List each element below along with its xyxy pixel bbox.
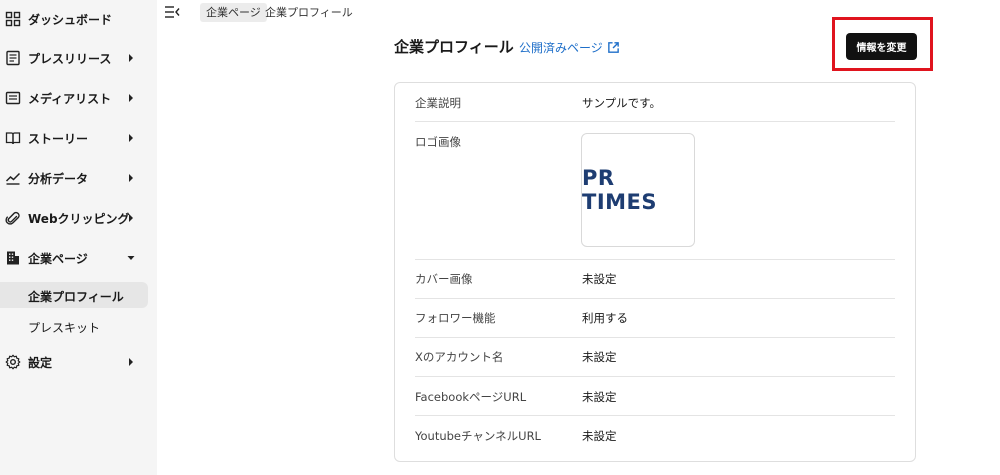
row-label-cover: カバー画像 xyxy=(415,272,473,286)
sidebar-subitem-label: 企業プロフィール xyxy=(28,290,124,304)
sidebar-item-label: Webクリッピング xyxy=(28,212,130,226)
row-value-follower: 利用する xyxy=(582,311,628,325)
sidebar-item-media-list[interactable]: メディアリスト xyxy=(0,86,157,110)
book-icon xyxy=(5,132,21,145)
row-value-facebook: 未設定 xyxy=(582,390,617,404)
press-release-icon xyxy=(6,50,20,66)
public-page-link-label: 公開済みページ xyxy=(519,41,603,55)
row-value-description: サンプルです。 xyxy=(582,96,662,110)
sidebar-item-analytics[interactable]: 分析データ xyxy=(0,166,157,190)
page-title: 企業プロフィール xyxy=(394,38,514,56)
chevron-right-icon xyxy=(129,214,133,222)
row-label-facebook: FacebookページURL xyxy=(415,390,527,404)
public-page-link[interactable]: 公開済みページ xyxy=(519,39,620,56)
row-divider xyxy=(415,415,895,416)
chevron-right-icon xyxy=(129,94,133,102)
row-label-youtube: YoutubeチャンネルURL xyxy=(415,429,541,443)
sidebar-item-press-release[interactable]: プレスリリース xyxy=(0,46,157,70)
analytics-icon xyxy=(5,172,21,185)
sidebar-item-label: 企業ページ xyxy=(28,252,88,266)
sidebar: ダッシュボード プレスリリース メディアリスト ストーリー 分析データ Webク… xyxy=(0,0,157,475)
sidebar-item-story[interactable]: ストーリー xyxy=(0,126,157,150)
sidebar-subitem-press-kit[interactable]: プレスキット xyxy=(0,313,148,339)
sidebar-item-label: 設定 xyxy=(28,356,53,370)
chevron-right-icon xyxy=(129,54,133,62)
row-label-x-account: Xのアカウント名 xyxy=(415,350,504,364)
chevron-down-icon xyxy=(127,256,135,260)
sidebar-item-label: プレスリリース xyxy=(28,52,112,66)
row-label-description: 企業説明 xyxy=(415,96,461,110)
row-value-youtube: 未設定 xyxy=(582,429,617,443)
chevron-right-icon xyxy=(129,174,133,182)
sidebar-subitem-company-profile[interactable]: 企業プロフィール xyxy=(0,282,148,308)
media-list-icon xyxy=(5,91,21,105)
row-divider xyxy=(415,376,895,377)
sidebar-item-label: メディアリスト xyxy=(28,92,112,106)
logo-text: PR TIMES xyxy=(582,166,658,214)
breadcrumb-current: 企業プロフィール xyxy=(265,6,353,19)
sidebar-item-settings[interactable]: 設定 xyxy=(0,350,157,374)
external-link-icon xyxy=(607,42,619,53)
row-divider xyxy=(415,298,895,299)
sidebar-item-company-page[interactable]: 企業ページ xyxy=(0,246,157,270)
chevron-right-icon xyxy=(129,134,133,142)
sidebar-item-web-clipping[interactable]: Webクリッピング xyxy=(0,206,157,230)
gear-icon xyxy=(5,354,21,370)
edit-info-button[interactable]: 情報を変更 xyxy=(846,33,917,60)
sidebar-item-dashboard[interactable]: ダッシュボード xyxy=(0,7,157,31)
row-divider xyxy=(415,337,895,338)
collapse-sidebar-icon[interactable] xyxy=(164,4,180,20)
sidebar-item-label: 分析データ xyxy=(28,172,89,186)
chevron-right-icon xyxy=(129,358,133,366)
building-icon xyxy=(7,251,19,265)
row-label-follower: フォロワー機能 xyxy=(415,311,496,325)
dashboard-icon xyxy=(5,11,21,27)
sidebar-item-label: ダッシュボード xyxy=(28,13,113,27)
row-divider xyxy=(415,259,895,260)
logo-image: PR TIMES xyxy=(581,133,695,247)
breadcrumb-parent[interactable]: 企業ページ xyxy=(200,3,267,22)
row-label-logo: ロゴ画像 xyxy=(415,135,461,149)
row-value-cover: 未設定 xyxy=(582,272,617,286)
sidebar-item-label: ストーリー xyxy=(28,132,89,146)
sidebar-subitem-label: プレスキット xyxy=(28,321,101,335)
paperclip-icon xyxy=(5,211,20,225)
row-value-x-account: 未設定 xyxy=(582,350,617,364)
row-divider xyxy=(415,121,895,122)
